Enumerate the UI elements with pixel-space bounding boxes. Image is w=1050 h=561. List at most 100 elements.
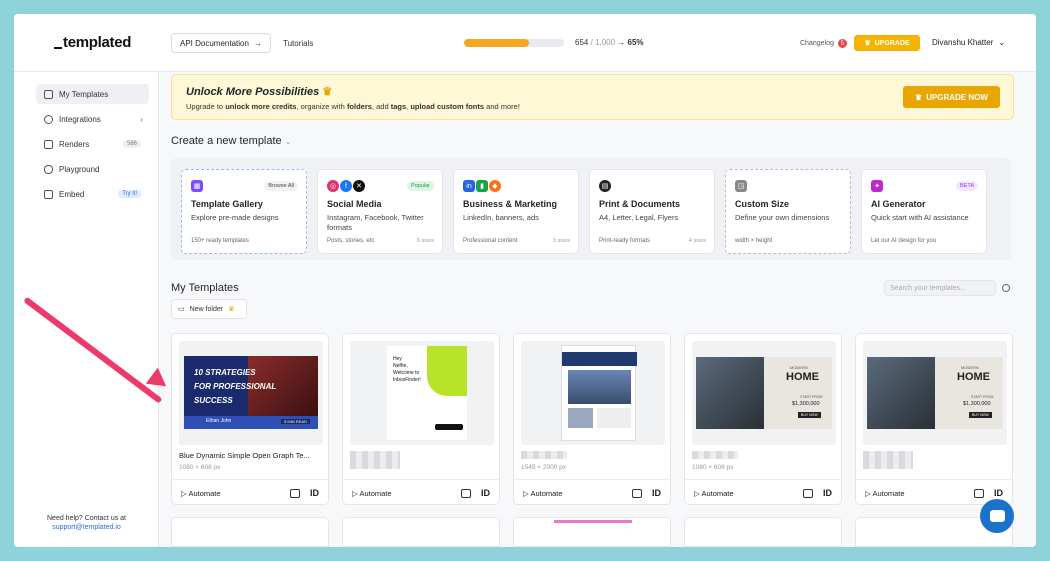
sidebar-item-label: Renders (59, 139, 90, 149)
usage-progress-fill (464, 39, 530, 47)
automate-label: Automate (530, 489, 563, 498)
api-docs-label: API Documentation (180, 38, 249, 48)
home-price-label: START FROM (800, 395, 823, 399)
chart-icon: ▮ (476, 180, 488, 192)
usage-used: 654 (575, 38, 589, 47)
automate-button[interactable]: ▷ Automate (523, 489, 563, 498)
chat-support-button[interactable] (980, 499, 1014, 533)
automate-button[interactable]: ▷ Automate (865, 489, 905, 498)
upgrade-button[interactable]: ♛ UPGRADE (854, 35, 920, 51)
card-size-count: 6 sizes (416, 238, 434, 244)
logo[interactable]: templated (54, 34, 131, 51)
search-icon[interactable] (1002, 284, 1010, 292)
usage-total: / 1,000 (590, 38, 616, 47)
card-title: Template Gallery (191, 199, 263, 209)
api-docs-button[interactable]: API Documentation → (171, 33, 271, 53)
flyer-header (562, 352, 637, 366)
social-media-card[interactable]: ◎ f ✕ Popular Social Media Instagram, Fa… (317, 169, 443, 254)
sidebar-item-renders[interactable]: Renders 586 (36, 134, 149, 154)
custom-size-card[interactable]: ◳ Custom Size Define your own dimensions… (725, 169, 851, 254)
automate-button[interactable]: ▷ Automate (694, 489, 734, 498)
welcome-line: Hey (393, 356, 402, 362)
og-read-time: 5 MIN READ (281, 419, 310, 424)
home-subtitle: MODERN (961, 365, 979, 370)
photo-thumb (568, 408, 593, 428)
tutorials-link[interactable]: Tutorials (283, 39, 313, 48)
template-actions: ▷ Automate ID (514, 479, 670, 505)
id-button[interactable]: ID (994, 488, 1003, 498)
image-icon[interactable] (461, 489, 471, 498)
template-card[interactable]: MODERN HOME START FROM $1,300,000 BUY NO… (855, 333, 1013, 505)
welcome-text: Hey Nefhe, Welcome to InboxFinder! (393, 356, 421, 384)
changelog-link[interactable]: Changelog 5 (800, 39, 847, 48)
redacted-name (692, 451, 738, 459)
sidebar-item-label: Integrations (59, 114, 101, 124)
id-button[interactable]: ID (310, 488, 319, 498)
banner-title-text: Unlock More Possibilities (186, 86, 320, 98)
ai-generator-card[interactable]: ✦ BETA AI Generator Quick start with AI … (861, 169, 987, 254)
template-card[interactable] (171, 517, 329, 547)
home-title: HOME (957, 371, 990, 383)
template-card[interactable] (684, 517, 842, 547)
card-description: LinkedIn, banners, ads (463, 213, 539, 222)
template-card[interactable] (342, 517, 500, 547)
template-thumbnail[interactable]: MODERN HOME START FROM $1,300,000 BUY NO… (692, 341, 836, 445)
automate-button[interactable]: ▷ Automate (181, 489, 221, 498)
sidebar-item-integrations[interactable]: Integrations › (36, 109, 149, 129)
text-block (597, 408, 631, 428)
template-gallery-card[interactable]: ▦ Browse All Template Gallery Explore pr… (181, 169, 307, 254)
print-documents-card[interactable]: ▤ Print & Documents A4, Letter, Legal, F… (589, 169, 715, 254)
template-size: 1545 × 2000 px (521, 464, 566, 471)
image-icon[interactable] (803, 489, 813, 498)
template-thumbnail[interactable]: 10 STRATEGIES FOR PROFESSIONAL SUCCESS E… (179, 341, 323, 445)
card-description: Instagram, Facebook, Twitter formats (327, 213, 424, 232)
support-email-link[interactable]: support@templated.io (14, 523, 159, 532)
id-button[interactable]: ID (481, 488, 490, 498)
image-icon[interactable] (290, 489, 300, 498)
help-text: Need help? Contact us at (47, 515, 126, 522)
buy-now-button: BUY NOW (969, 412, 992, 418)
template-card[interactable]: MODERN HOME START FROM $1,300,000 BUY NO… (684, 333, 842, 505)
og-headline: 10 STRATEGIES FOR PROFESSIONAL SUCCESS (194, 366, 276, 408)
new-folder-button[interactable]: ▭ New folder ♛ (171, 299, 247, 319)
id-button[interactable]: ID (823, 488, 832, 498)
image-icon[interactable] (974, 489, 984, 498)
image-icon[interactable] (632, 489, 642, 498)
create-template-title[interactable]: Create a new template ⌄ (171, 135, 291, 147)
crown-icon: ♛ (322, 86, 333, 98)
template-thumbnail[interactable]: MODERN HOME START FROM $1,300,000 BUY NO… (863, 341, 1007, 445)
chevron-down-icon: ⌄ (998, 38, 1006, 47)
home-price: $1,300,000 (792, 401, 820, 407)
template-card[interactable] (513, 517, 671, 547)
card-icons: ◎ f ✕ (327, 180, 365, 192)
template-card[interactable]: 10 STRATEGIES FOR PROFESSIONAL SUCCESS E… (171, 333, 329, 505)
automate-button[interactable]: ▷ Automate (352, 489, 392, 498)
banner-text: Upgrade to unlock more credits, organize… (186, 102, 520, 111)
upgrade-now-button[interactable]: ♛ UPGRADE NOW (903, 86, 1000, 108)
changelog-label: Changelog (800, 40, 834, 47)
user-menu[interactable]: Divanshu Khatter ⌄ (932, 38, 1005, 47)
sparkle-icon: ✦ (871, 180, 883, 192)
og-footer-bar: Ethan John 5 MIN READ (184, 416, 318, 429)
template-thumbnail[interactable]: Hey Nefhe, Welcome to InboxFinder! (350, 341, 494, 445)
green-shape (427, 346, 467, 396)
crown-icon: ♛ (864, 40, 871, 47)
sidebar-item-label: Embed (59, 189, 85, 199)
id-button[interactable]: ID (652, 488, 661, 498)
template-search-input[interactable]: Search your templates... (884, 280, 996, 296)
card-title: Custom Size (735, 199, 790, 209)
sidebar-item-embed[interactable]: Embed Try it! (36, 184, 149, 204)
business-marketing-card[interactable]: in ▮ ◆ Business & Marketing LinkedIn, ba… (453, 169, 579, 254)
home-price: $1,300,000 (963, 401, 991, 407)
browse-all-button[interactable]: Browse All (264, 181, 298, 191)
template-thumbnail[interactable] (521, 341, 665, 445)
templates-icon (44, 89, 53, 99)
card-footer: Professional content (463, 238, 518, 244)
top-bar: templated API Documentation → Tutorials … (14, 14, 1036, 72)
template-actions: ▷ Automate ID (343, 479, 499, 505)
template-card[interactable]: 1545 × 2000 px ▷ Automate ID (513, 333, 671, 505)
sidebar-item-my-templates[interactable]: My Templates (36, 84, 149, 104)
template-card[interactable]: Hey Nefhe, Welcome to InboxFinder! ▷ Aut… (342, 333, 500, 505)
card-size-count: 3 sizes (552, 238, 570, 244)
sidebar-item-playground[interactable]: Playground (36, 159, 149, 179)
